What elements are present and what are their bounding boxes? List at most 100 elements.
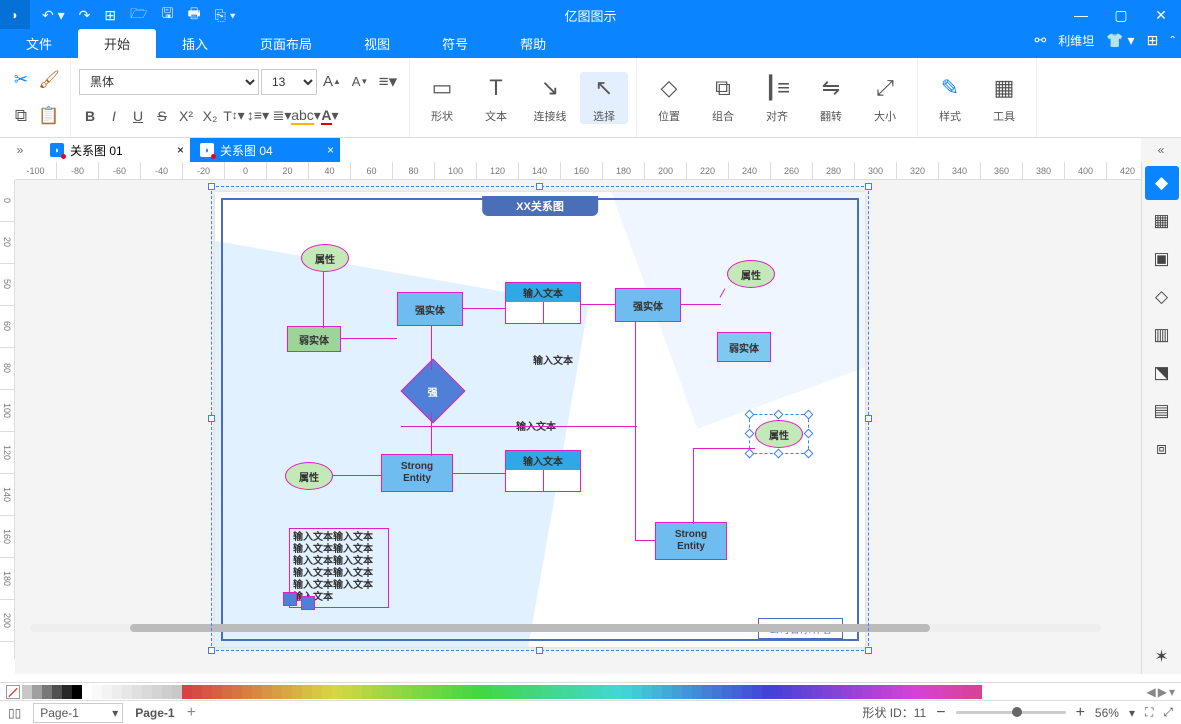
color-swatch[interactable]	[262, 685, 272, 699]
color-swatch[interactable]	[212, 685, 222, 699]
print-button[interactable]: 🖶	[187, 3, 200, 27]
fullscreen-button[interactable]: ⤢	[1163, 705, 1173, 720]
subscript-button[interactable]: X₂	[199, 105, 221, 127]
shape-weak-1[interactable]: 弱实体	[287, 326, 341, 352]
color-swatch[interactable]	[562, 685, 572, 699]
shape-attr-3[interactable]: 属性	[285, 462, 333, 490]
color-swatch[interactable]	[92, 685, 102, 699]
shape-attr-2[interactable]: 属性	[727, 260, 775, 288]
color-swatch[interactable]	[742, 685, 752, 699]
color-swatch[interactable]	[152, 685, 162, 699]
zoom-in-button[interactable]: +	[1076, 704, 1085, 722]
color-swatch[interactable]	[772, 685, 782, 699]
color-swatch[interactable]	[362, 685, 372, 699]
mini-square-1[interactable]	[283, 592, 297, 606]
color-swatch[interactable]	[42, 685, 52, 699]
diagram-title[interactable]: XX关系图	[482, 196, 598, 216]
close-button[interactable]: ✕	[1141, 0, 1181, 30]
color-swatch[interactable]	[402, 685, 412, 699]
color-swatch[interactable]	[632, 685, 642, 699]
shape-attr-1[interactable]: 属性	[301, 244, 349, 272]
color-swatch[interactable]	[72, 685, 82, 699]
color-swatch[interactable]	[912, 685, 922, 699]
rpanel-shuffle-icon[interactable]: ✶	[1145, 640, 1179, 674]
menu-help[interactable]: 帮助	[494, 29, 572, 58]
user-name[interactable]: 利维坦	[1058, 32, 1094, 49]
color-swatch[interactable]	[712, 685, 722, 699]
group-button[interactable]: ⧉组合	[699, 72, 747, 124]
color-swatch[interactable]	[792, 685, 802, 699]
color-swatch[interactable]	[732, 685, 742, 699]
rpanel-chart-icon[interactable]: ⬔	[1145, 356, 1179, 390]
color-swatch[interactable]	[202, 685, 212, 699]
color-swatch[interactable]	[182, 685, 192, 699]
no-color-swatch[interactable]	[6, 685, 20, 699]
color-swatch[interactable]	[962, 685, 972, 699]
color-swatch[interactable]	[472, 685, 482, 699]
canvas[interactable]: XX关系图 属性 属性 强实体 强实体 输入文本 弱实体 弱实体 强 输入文本 …	[15, 180, 1141, 674]
position-button[interactable]: ◇位置	[645, 72, 693, 124]
pages-view-icon[interactable]: ▯▯	[8, 706, 21, 720]
underline-button[interactable]: U	[127, 105, 149, 127]
color-swatch[interactable]	[272, 685, 282, 699]
color-swatch[interactable]	[812, 685, 822, 699]
bold-button[interactable]: B	[79, 105, 101, 127]
tools-button[interactable]: ▦工具	[980, 72, 1028, 124]
copy-button[interactable]: ⧉	[8, 103, 34, 129]
italic-button[interactable]: I	[103, 105, 125, 127]
color-swatch[interactable]	[842, 685, 852, 699]
open-button[interactable]: 🗁	[130, 3, 147, 27]
color-swatch[interactable]	[822, 685, 832, 699]
color-swatch[interactable]	[892, 685, 902, 699]
skin-icon[interactable]: 👕 ▾	[1106, 32, 1134, 49]
color-swatch[interactable]	[452, 685, 462, 699]
shape-strong-2[interactable]: 强实体	[615, 288, 681, 322]
rpanel-table-icon[interactable]: ▤	[1145, 394, 1179, 428]
menu-start[interactable]: 开始	[78, 29, 156, 58]
size-button[interactable]: ⤢大小	[861, 72, 909, 124]
color-swatch[interactable]	[932, 685, 942, 699]
color-swatch[interactable]	[142, 685, 152, 699]
maximize-button[interactable]: ▢	[1101, 0, 1141, 30]
color-swatch[interactable]	[162, 685, 172, 699]
close-tab-1-icon[interactable]: ×	[177, 143, 184, 157]
color-swatch[interactable]	[432, 685, 442, 699]
color-swatch[interactable]	[832, 685, 842, 699]
share-icon[interactable]: ⚯	[1034, 32, 1046, 49]
rpanel-layers-icon[interactable]: ◇	[1145, 280, 1179, 314]
color-swatch[interactable]	[222, 685, 232, 699]
color-swatch[interactable]	[552, 685, 562, 699]
highlight-button[interactable]: abc▾	[295, 105, 317, 127]
color-swatch[interactable]	[192, 685, 202, 699]
font-color-button[interactable]: A▾	[319, 105, 341, 127]
close-tab-2-icon[interactable]: ×	[327, 143, 334, 157]
connector-tool[interactable]: ↘连接线	[526, 72, 574, 124]
color-swatch[interactable]	[532, 685, 542, 699]
rpanel-fill-icon[interactable]: ◆	[1145, 166, 1179, 200]
color-swatch[interactable]	[482, 685, 492, 699]
export-button[interactable]: ⎘ ▾	[215, 7, 236, 24]
color-swatch[interactable]	[522, 685, 532, 699]
rpanel-grid-icon[interactable]: ▦	[1145, 204, 1179, 238]
page-label[interactable]: Page-1	[135, 706, 174, 720]
text-tool[interactable]: T文本	[472, 72, 520, 124]
paste-button[interactable]: 📋	[36, 103, 62, 129]
doc-tab-2[interactable]: ◗关系图 04×	[190, 138, 340, 162]
color-swatch[interactable]	[972, 685, 982, 699]
color-swatch[interactable]	[172, 685, 182, 699]
color-swatch[interactable]	[322, 685, 332, 699]
color-swatch[interactable]	[512, 685, 522, 699]
text-align-menu[interactable]: ≡▾	[375, 69, 401, 95]
color-swatch[interactable]	[882, 685, 892, 699]
shape-table-1[interactable]: 输入文本	[505, 282, 581, 324]
color-swatch[interactable]	[762, 685, 772, 699]
shape-tool[interactable]: ▭形状	[418, 72, 466, 124]
font-grow-button[interactable]: A▲	[319, 69, 345, 95]
color-swatch[interactable]	[662, 685, 672, 699]
color-swatch[interactable]	[312, 685, 322, 699]
color-swatch[interactable]	[862, 685, 872, 699]
rpanel-image-icon[interactable]: ▣	[1145, 242, 1179, 276]
color-swatch[interactable]	[282, 685, 292, 699]
menu-view[interactable]: 视图	[338, 29, 416, 58]
color-swatch[interactable]	[952, 685, 962, 699]
